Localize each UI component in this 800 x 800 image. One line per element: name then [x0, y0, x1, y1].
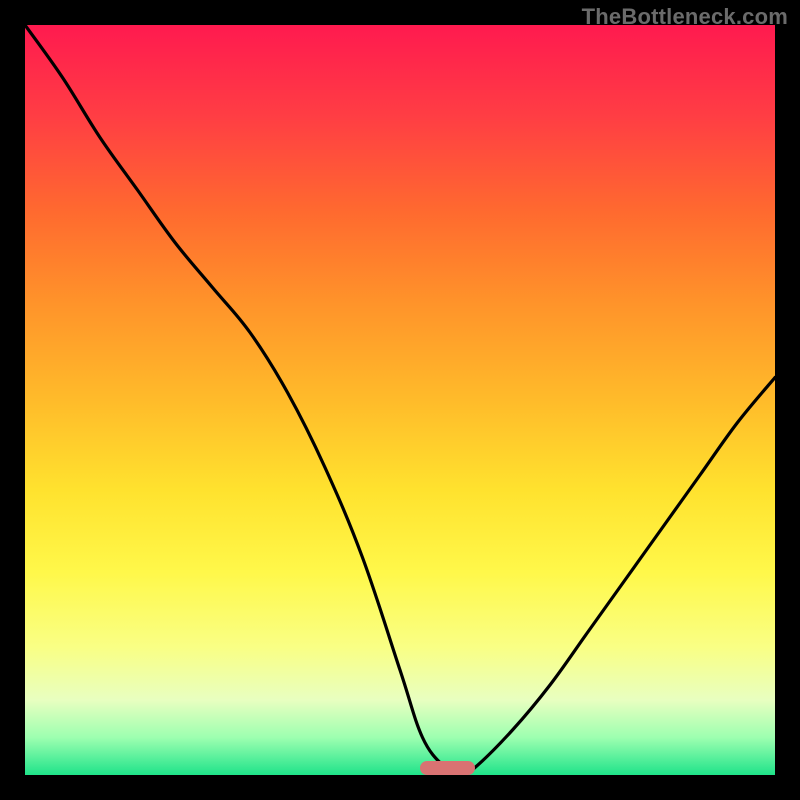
attribution-text: TheBottleneck.com: [582, 4, 788, 30]
bottleneck-curve: [25, 25, 775, 775]
chart-stage: TheBottleneck.com: [0, 0, 800, 800]
plot-area: [25, 25, 775, 775]
optimal-marker: [420, 761, 475, 775]
